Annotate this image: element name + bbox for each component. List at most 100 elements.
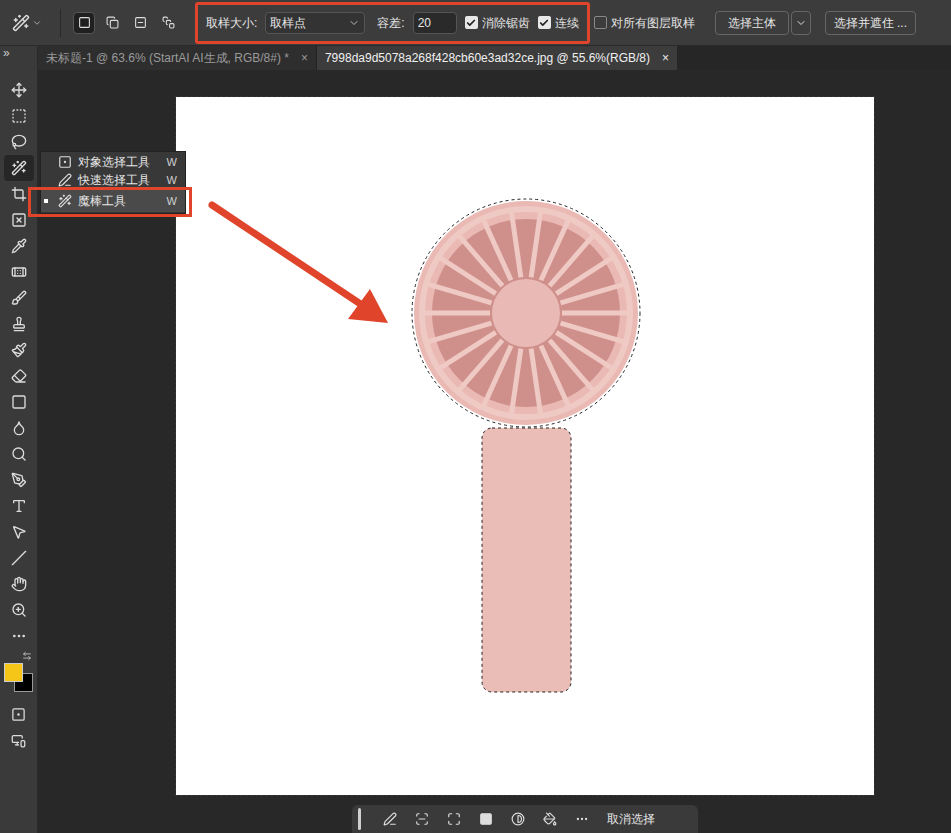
tool-button[interactable] <box>4 337 34 363</box>
check-icon <box>466 18 476 28</box>
tool-button[interactable] <box>4 701 34 727</box>
tab-close[interactable]: × <box>301 49 308 67</box>
flyout-item[interactable]: 对象选择工具 W <box>41 153 185 171</box>
mask-icon[interactable] <box>479 812 493 826</box>
current-tool-dot <box>44 199 48 203</box>
intersect-selection-icon <box>162 16 175 29</box>
subtract-selection-icon <box>134 16 147 29</box>
tool-button[interactable] <box>4 311 34 337</box>
highlight-box: 取样大小:取样点容差:20消除锯齿连续 <box>195 2 590 44</box>
document-tab[interactable]: 7998da9d5078a268f428cb60e3ad32ce.jpg @ 5… <box>317 46 677 70</box>
flyout-shortcut: W <box>167 154 177 171</box>
tool-preset[interactable] <box>12 14 52 32</box>
history-brush-tool-icon <box>11 342 27 358</box>
tool-button[interactable] <box>4 181 34 207</box>
adjustment-icon[interactable] <box>511 812 525 826</box>
tool-button[interactable] <box>4 103 34 129</box>
selection-mode-button[interactable] <box>73 12 95 34</box>
fill-icon[interactable] <box>543 812 557 826</box>
fan-image-icon <box>176 97 874 795</box>
chevron-icon <box>795 17 807 29</box>
magic-wand-icon <box>12 14 30 32</box>
select-and-mask-button[interactable]: 选择并遮住 ... <box>825 11 916 35</box>
current-tool-dot <box>44 178 48 182</box>
flyout-item[interactable]: 魔棒工具 W <box>41 190 185 212</box>
document-tab[interactable]: 未标题-1 @ 63.6% (StartAI AI生成, RGB/8#) * × <box>38 46 317 70</box>
tool-button[interactable] <box>4 545 34 571</box>
current-tool-dot <box>44 160 48 164</box>
contiguous-checkbox[interactable]: 连续 <box>538 14 579 32</box>
checkbox-box[interactable] <box>594 16 607 29</box>
selection-mode-button[interactable] <box>129 12 151 34</box>
line-tool-icon <box>11 550 27 566</box>
modify-selection-icon[interactable] <box>383 812 397 826</box>
selection-mode-button[interactable] <box>101 12 123 34</box>
anti-alias-checkbox[interactable]: 消除锯齿 <box>465 14 530 32</box>
selection-mode-button[interactable] <box>157 12 179 34</box>
tool-button[interactable] <box>4 363 34 389</box>
magic-wand-tool-icon <box>11 160 27 176</box>
checkbox-box[interactable] <box>538 16 551 29</box>
select-subject-group: 选择主体 <box>715 11 811 35</box>
flyout-item[interactable]: 快速选择工具W <box>41 171 185 189</box>
contextual-task-bar: 取消选择 <box>352 805 698 833</box>
options-bar: 取样大小:取样点容差:20消除锯齿连续对所有图层取样选择主体选择并遮住 ... <box>0 0 951 46</box>
panel-toggle[interactable]: » <box>3 46 10 60</box>
tool-button[interactable] <box>4 207 34 233</box>
tool-button[interactable] <box>4 129 34 155</box>
tool-button[interactable] <box>4 571 34 597</box>
checkbox-box[interactable] <box>465 16 478 29</box>
sample-all-layers-checkbox[interactable]: 对所有图层取样 <box>594 14 695 32</box>
tool-button[interactable] <box>4 467 34 493</box>
tool-button[interactable] <box>4 597 34 623</box>
foreground-swatch[interactable] <box>4 663 23 682</box>
eraser-tool-icon <box>11 368 27 384</box>
tool-button[interactable] <box>4 415 34 441</box>
sample-size-value: 取样点 <box>270 14 306 32</box>
tool-button[interactable] <box>4 493 34 519</box>
tool-button[interactable] <box>4 285 34 311</box>
tab-close[interactable]: × <box>662 49 669 67</box>
dodge-tool-icon <box>11 446 27 462</box>
tolerance-input[interactable]: 20 <box>413 12 457 34</box>
drag-handle[interactable] <box>358 808 361 830</box>
tool-button[interactable] <box>4 727 34 753</box>
checkbox-label: 对所有图层取样 <box>611 14 695 32</box>
more-icon[interactable] <box>575 812 589 826</box>
tab-label: 未标题-1 @ 63.6% (StartAI AI生成, RGB/8#) * <box>46 49 289 67</box>
deselect-button[interactable]: 取消选择 <box>607 810 655 828</box>
tool-button[interactable] <box>4 389 34 415</box>
flyout-label: 快速选择工具 <box>78 171 150 189</box>
tool-button[interactable] <box>4 77 34 103</box>
swap-colors-icon[interactable] <box>22 651 32 661</box>
tolerance-value: 20 <box>418 14 431 32</box>
select-subject-menu-button[interactable] <box>791 11 811 35</box>
canvas[interactable] <box>176 97 874 795</box>
object-select-icon <box>58 155 72 169</box>
tool-button[interactable] <box>4 259 34 285</box>
quick-select-icon <box>58 173 72 187</box>
tool-button[interactable] <box>4 233 34 259</box>
eyedropper-tool-icon <box>11 238 27 254</box>
tool-button[interactable] <box>4 623 34 649</box>
tool-flyout: 对象选择工具W快速选择工具W魔棒工具W <box>40 151 186 214</box>
transform-selection-icon[interactable] <box>447 812 461 826</box>
pen-tool-icon <box>11 472 27 488</box>
flyout-label: 对象选择工具 <box>78 153 150 171</box>
sample-size-select[interactable]: 取样点 <box>265 12 365 34</box>
flyout-label: 魔棒工具 <box>78 192 126 210</box>
stamp-tool-icon <box>11 316 27 332</box>
tool-button[interactable] <box>4 155 34 181</box>
sample-size-label: 取样大小: <box>206 14 257 32</box>
photoshop-window: 取样大小:取样点容差:20消除锯齿连续对所有图层取样选择主体选择并遮住 ...»… <box>0 0 951 833</box>
chevron-icon <box>348 17 360 29</box>
button-label: 选择并遮住 ... <box>834 14 907 32</box>
select-subject-icon[interactable] <box>415 812 429 826</box>
checkbox-label: 消除锯齿 <box>482 14 530 32</box>
flyout-shortcut: W <box>167 193 177 210</box>
select-subject-button[interactable]: 选择主体 <box>715 11 789 35</box>
tool-button[interactable] <box>4 519 34 545</box>
toolbar: » <box>0 46 38 833</box>
tab-bar: 未标题-1 @ 63.6% (StartAI AI生成, RGB/8#) *×7… <box>38 46 951 70</box>
tool-button[interactable] <box>4 441 34 467</box>
